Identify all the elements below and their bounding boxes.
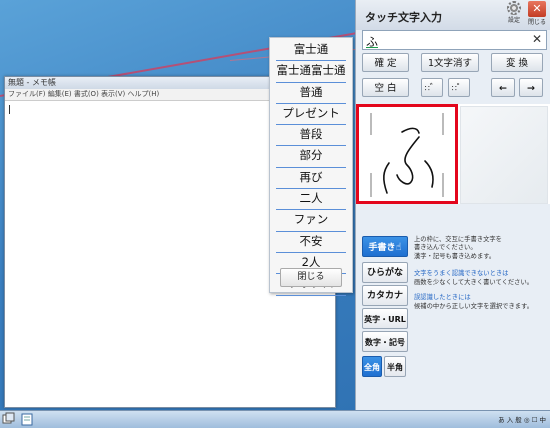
mode-katakana-button[interactable]: カタカナ bbox=[362, 285, 408, 306]
taskbar: あ 入 般 ◎ ☐ 中 bbox=[0, 410, 550, 428]
clear-input-button[interactable]: ✕ bbox=[532, 32, 542, 46]
mode-handwriting-button[interactable]: 手書き☝ bbox=[362, 236, 408, 257]
candidate-list: 富士通富士通富士通普通プレゼント普段部分再び二人ファン不安2人フランス 閉じる bbox=[269, 37, 353, 296]
help-tip-1-title: 文字をうまく認識できないときは bbox=[414, 270, 509, 277]
touch-input-panel: タッチ文字入力 設定 ✕ 閉じる ふ ✕ 確 定 1文字消す 変 換 空 白 ∷… bbox=[355, 0, 550, 410]
handwriting-box-1[interactable] bbox=[356, 104, 458, 204]
mode-number-symbol-button[interactable]: 数字・記号 bbox=[362, 331, 408, 352]
candidate-item[interactable]: 富士通富士通 bbox=[276, 61, 346, 83]
candidate-item[interactable]: ファン bbox=[276, 210, 346, 232]
cursor-left-button[interactable]: ← bbox=[491, 78, 515, 97]
candidate-item[interactable]: 部分 bbox=[276, 146, 346, 168]
input-value: ふ bbox=[366, 35, 379, 49]
delete-char-button[interactable]: 1文字消す bbox=[421, 53, 479, 72]
settings-button[interactable]: 設定 bbox=[504, 1, 524, 24]
dakuten-mark: ゛ bbox=[429, 83, 440, 94]
dakuten-button[interactable]: ∷゛ bbox=[421, 78, 443, 97]
panel-header: タッチ文字入力 設定 ✕ 閉じる bbox=[356, 0, 550, 30]
settings-label: 設定 bbox=[507, 17, 520, 24]
convert-button[interactable]: 変 換 bbox=[491, 53, 543, 72]
handwriting-box-2[interactable] bbox=[460, 106, 548, 204]
help-text-2: 書き込んでください。 bbox=[414, 244, 477, 251]
candidate-item[interactable]: 二人 bbox=[276, 189, 346, 211]
cursor-right-button[interactable]: → bbox=[519, 78, 543, 97]
help-text-3: 漢字・記号も書き込めます。 bbox=[414, 253, 496, 260]
candidate-item[interactable]: 普通 bbox=[276, 83, 346, 104]
input-field[interactable]: ふ ✕ bbox=[362, 30, 547, 50]
handwritten-stroke-fu bbox=[370, 113, 444, 197]
hand-pointer-icon: ☝ bbox=[395, 242, 402, 253]
close-icon: ✕ bbox=[528, 1, 546, 17]
fullwidth-button[interactable]: 全角 bbox=[362, 356, 382, 377]
help-tip-2-title: 誤認識したときには bbox=[414, 294, 471, 301]
mode-hiragana-button[interactable]: ひらがな bbox=[362, 262, 408, 283]
system-tray[interactable]: あ 入 般 ◎ ☐ 中 bbox=[498, 414, 546, 424]
candidate-close-button[interactable]: 閉じる bbox=[280, 268, 342, 287]
help-tip-2-body: 候補の中から正しい文字を選択できます。 bbox=[414, 303, 534, 310]
gear-icon bbox=[507, 1, 521, 15]
panel-close-label: 閉じる bbox=[527, 19, 546, 26]
handwriting-area bbox=[356, 104, 550, 204]
window-switch-icon[interactable] bbox=[2, 412, 16, 426]
panel-title: タッチ文字入力 bbox=[365, 11, 442, 24]
candidate-item[interactable]: 富士通 bbox=[276, 40, 346, 62]
candidate-item[interactable]: 再び bbox=[276, 168, 346, 190]
help-text-1: 上の枠に、交互に手書き文字を bbox=[414, 236, 502, 243]
mode-alpha-url-button[interactable]: 英字・URL bbox=[362, 308, 408, 329]
notepad-taskbar-icon[interactable] bbox=[20, 412, 34, 426]
handakuten-mark: ゜ bbox=[456, 83, 467, 94]
handakuten-button[interactable]: ∷゜ bbox=[448, 78, 470, 97]
candidate-item[interactable]: プレゼント bbox=[276, 104, 346, 126]
candidate-item[interactable]: 普段 bbox=[276, 125, 346, 147]
mode-handwriting-label: 手書き bbox=[368, 243, 396, 253]
panel-close-button[interactable]: ✕ 閉じる bbox=[527, 1, 547, 26]
help-tip-1-body: 画数を少なくして大きく書いてください。 bbox=[414, 279, 534, 286]
candidate-item[interactable]: 不安 bbox=[276, 232, 346, 253]
text-caret bbox=[9, 105, 10, 114]
space-button[interactable]: 空 白 bbox=[362, 78, 409, 97]
halfwidth-button[interactable]: 半角 bbox=[384, 356, 406, 377]
confirm-button[interactable]: 確 定 bbox=[362, 53, 409, 72]
